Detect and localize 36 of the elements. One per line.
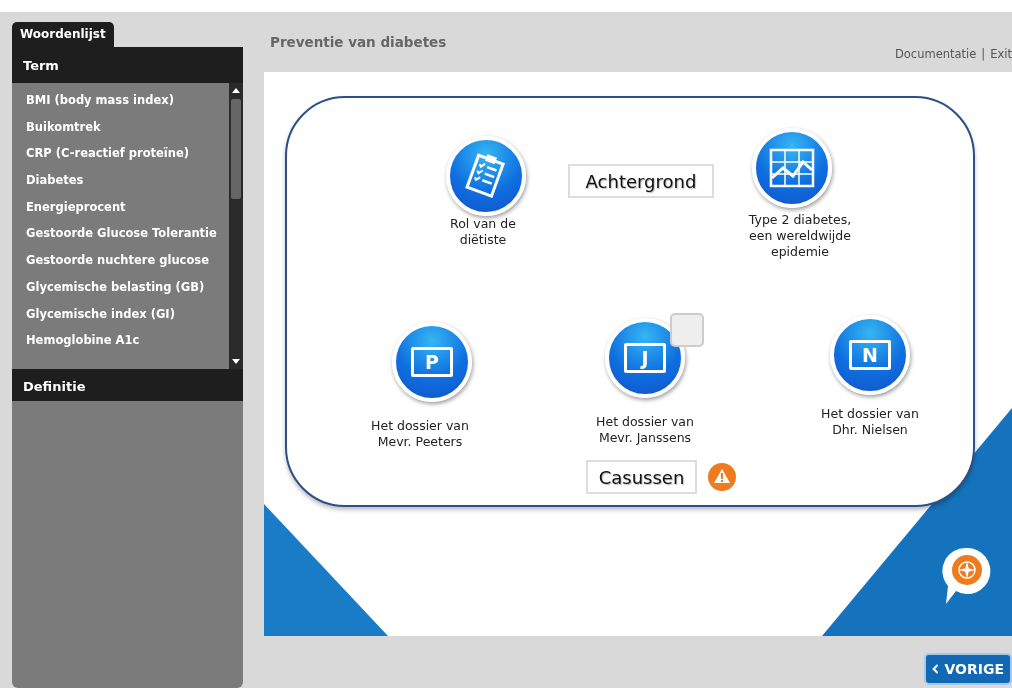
documentation-link[interactable]: Documentatie xyxy=(894,47,977,61)
link-separator: | xyxy=(981,47,986,61)
term-item[interactable]: Buikomtrek xyxy=(12,113,229,141)
term-item[interactable]: Diabetes xyxy=(12,167,229,194)
term-item[interactable]: BMI (body mass index) xyxy=(12,87,229,114)
chart-icon xyxy=(769,148,815,188)
chevron-left-icon xyxy=(932,663,939,675)
term-item[interactable]: Hemoglobine A1c xyxy=(12,327,229,354)
clipboard-icon xyxy=(464,153,508,199)
section-title: Casussen xyxy=(586,460,697,494)
exit-link[interactable]: Exit xyxy=(990,47,1012,61)
back-button[interactable]: VORIGE xyxy=(924,653,1012,685)
checkbox[interactable] xyxy=(670,313,704,347)
term-item[interactable]: Energieprocent xyxy=(12,193,229,221)
topic-label: Het dossier van Mevr. Peeters xyxy=(370,418,470,450)
term-item[interactable]: Glycemische belasting (GB) xyxy=(12,273,229,301)
term-item[interactable]: CRP (C-reactief proteïne) xyxy=(12,140,229,168)
scroll-down-icon[interactable] xyxy=(232,357,240,365)
scrollbar[interactable] xyxy=(229,83,243,369)
scroll-up-icon[interactable] xyxy=(232,87,240,95)
term-item[interactable]: Gestoorde nuchtere glucose xyxy=(12,247,229,274)
warning-icon[interactable] xyxy=(707,462,737,492)
topic-label: Het dossier van Mevr. Janssens xyxy=(595,414,695,446)
definition-header: Definitie xyxy=(12,371,243,401)
term-header: Term xyxy=(12,47,243,83)
topic-label: Rol van de diëtiste xyxy=(449,216,517,248)
topic-label: Type 2 diabetes, een wereldwijde epidemie xyxy=(747,212,853,260)
folder-icon: J xyxy=(624,343,666,373)
folder-icon: P xyxy=(411,347,453,377)
section-title: Achtergrond xyxy=(568,164,714,198)
glossary-tab[interactable]: Woordenlijst xyxy=(12,22,114,47)
topic-label: Het dossier van Dhr. Nielsen xyxy=(820,406,920,438)
course-title: Preventie van diabetes xyxy=(270,34,447,50)
term-item[interactable]: Glycemische index (GI) xyxy=(12,300,229,328)
folder-icon: N xyxy=(849,340,891,370)
term-item[interactable]: Gestoorde Glucose Tolerantie xyxy=(12,220,229,248)
